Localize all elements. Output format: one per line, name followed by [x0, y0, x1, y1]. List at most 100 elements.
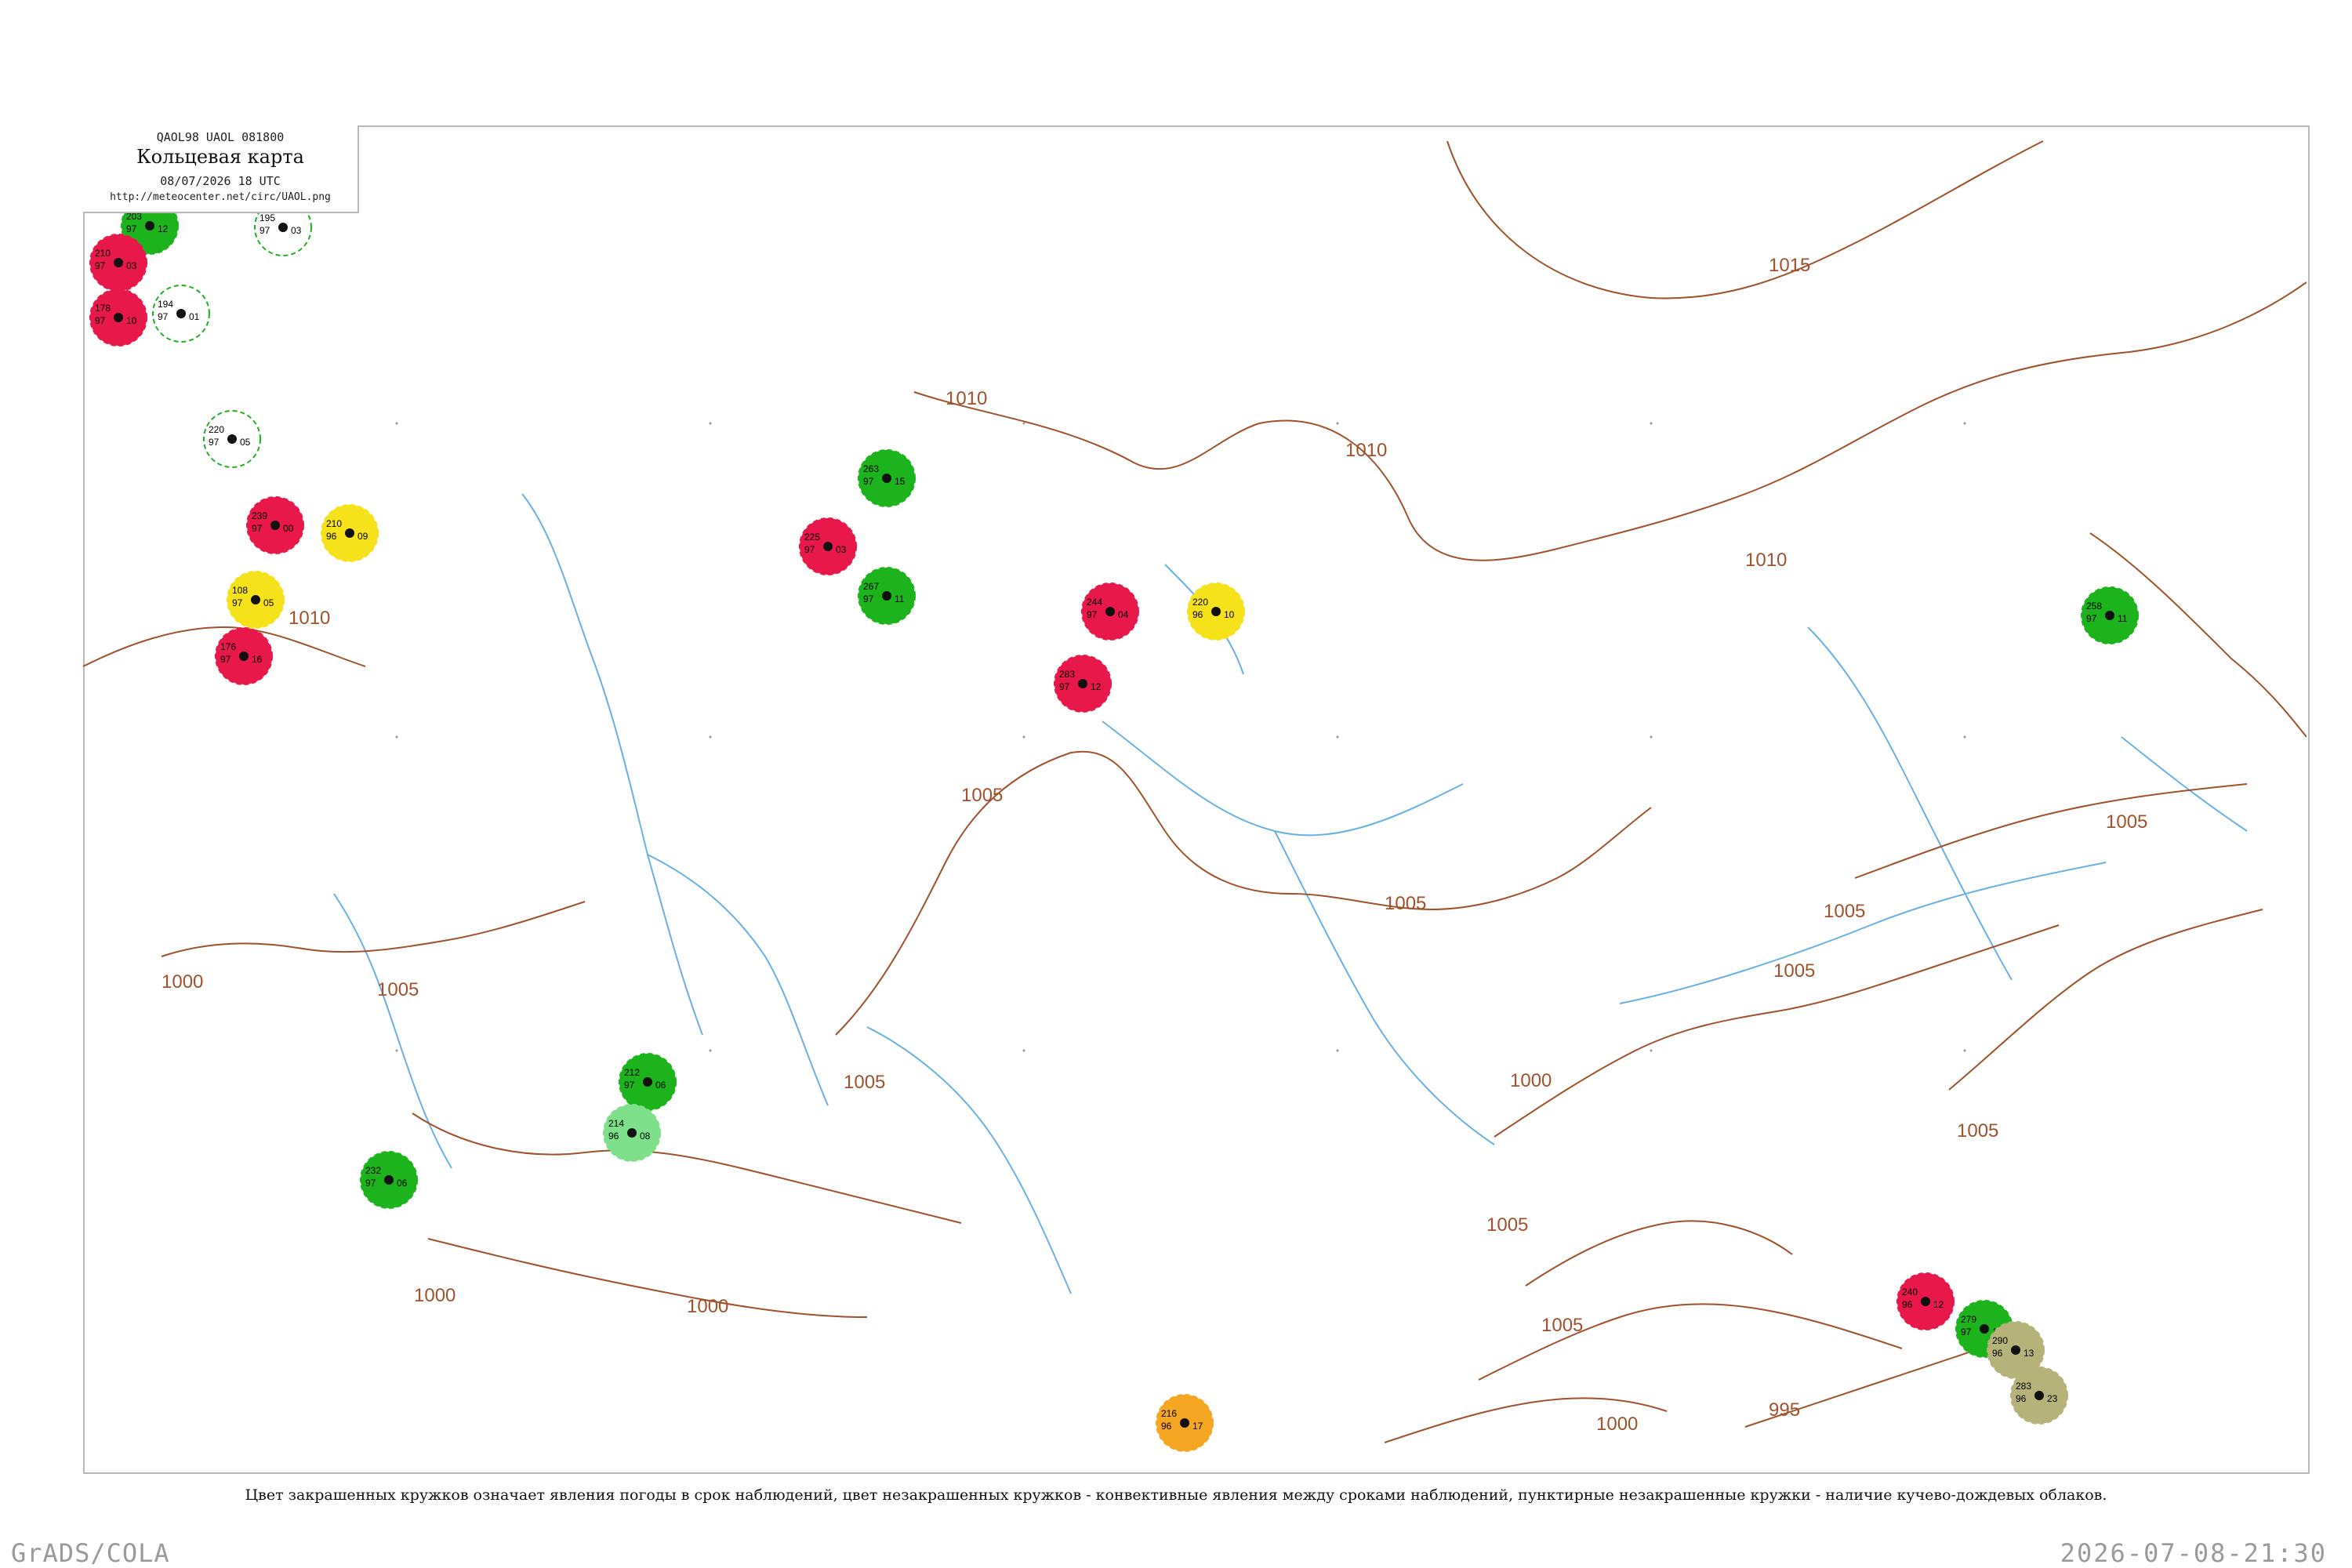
map-title-box: QAOL98 UAOL 081800 Кольцевая карта 08/07…: [83, 125, 359, 213]
station-dot: [2105, 611, 2114, 620]
station-pressure: 244: [1087, 597, 1102, 608]
station-marker[interactable]: 17897 10: [89, 289, 147, 347]
isobar-label: 995: [1769, 1399, 1800, 1421]
station-dot: [2034, 1391, 2044, 1400]
station-marker[interactable]: 21097 03: [89, 234, 147, 292]
station-value: 08: [640, 1131, 651, 1142]
station-pressure: 212: [624, 1067, 640, 1078]
station-dot: [2011, 1345, 2020, 1355]
station-marker[interactable]: 10897 05: [227, 571, 285, 629]
station-marker[interactable]: 176 97 16: [215, 627, 273, 685]
station-marker[interactable]: 290 96 13: [1987, 1321, 2045, 1379]
isobar-label: 1005: [961, 785, 1003, 806]
isobar-label: 1005: [1957, 1120, 1998, 1142]
station-marker[interactable]: 214 96 08: [603, 1104, 661, 1162]
isobar-label: 1000: [1510, 1070, 1552, 1091]
station-pressure: 267: [863, 581, 879, 592]
station-pressure: 210: [326, 518, 342, 529]
station-marker[interactable]: 26797 11: [858, 567, 916, 625]
station-value: 12: [1933, 1299, 1944, 1310]
station-pressure: 220: [1192, 597, 1208, 608]
station-pressure: 210: [95, 248, 111, 259]
station-dot: [384, 1175, 394, 1185]
station-marker[interactable]: 263 97 15: [858, 449, 916, 507]
isobar-label: 1005: [1824, 901, 1865, 922]
station-temp: 97: [232, 597, 243, 608]
river: [866, 1026, 1072, 1294]
station-marker[interactable]: 216 96 17: [1156, 1394, 1214, 1452]
station-value: 03: [291, 225, 302, 236]
station-marker[interactable]: 22096 10: [1187, 583, 1245, 641]
station-marker[interactable]: 232 97 06: [360, 1151, 418, 1209]
legend-caption: Цвет закрашенных кружков означает явлени…: [245, 1486, 2107, 1504]
station-pressure: 279: [1961, 1314, 1976, 1325]
station-value: 17: [1192, 1421, 1203, 1432]
station-marker[interactable]: 212 97 06: [619, 1053, 677, 1111]
station-dot: [1921, 1297, 1930, 1306]
map-source-url[interactable]: http://meteocenter.net/circ/UAOL.png: [83, 191, 358, 203]
station-value: 13: [2024, 1348, 2034, 1359]
station-marker[interactable]: 19497 01: [152, 285, 210, 343]
station-dot: [627, 1128, 637, 1138]
river: [1274, 830, 1495, 1145]
graticule-dot: [1650, 1049, 1653, 1052]
station-marker[interactable]: 24497 04: [1081, 583, 1139, 641]
station-pressure: 258: [2086, 601, 2102, 612]
station-marker[interactable]: 22597 03: [799, 517, 857, 575]
river: [521, 493, 703, 1036]
station-temp: 97: [252, 523, 263, 534]
station-pressure: 108: [232, 585, 248, 596]
isobar-label: 1005: [377, 979, 419, 1000]
footer-grads-label: GrADS/COLA: [11, 1538, 170, 1568]
station-pressure: 220: [209, 424, 224, 435]
station-dot: [278, 223, 288, 232]
graticule-dot: [1963, 1049, 1966, 1052]
station-dot: [345, 528, 354, 538]
station-pressure: 283: [1059, 669, 1075, 680]
isobar-label: 1005: [2106, 811, 2147, 833]
isobar-label: 1010: [289, 608, 330, 629]
station-dot: [239, 652, 249, 661]
graticule-dot: [1963, 735, 1966, 739]
graticule-dot: [1650, 735, 1653, 739]
station-value: 09: [358, 531, 368, 542]
station-pressure: 232: [365, 1165, 381, 1176]
station-temp: 97: [2086, 613, 2097, 624]
station-marker[interactable]: 239 97 00: [246, 496, 304, 554]
isobar-labels: 1015 1010 1010 1010 1010 1005 1005 1005 …: [162, 255, 2147, 1435]
isobar-label: 1000: [687, 1296, 728, 1317]
river: [1807, 626, 2013, 981]
station-temp: 97: [95, 260, 106, 271]
isobar-label: 1015: [1769, 255, 1810, 276]
station-value: 06: [655, 1080, 666, 1091]
station-marker[interactable]: 25897 11: [2081, 586, 2139, 644]
footer-timestamp: 2026-07-08-21:30: [2060, 1538, 2327, 1568]
station-value: 01: [189, 311, 200, 322]
river: [647, 854, 829, 1106]
synoptic-map[interactable]: 1015 1010 1010 1010 1010 1005 1005 1005 …: [83, 125, 2307, 1471]
station-temp: 96: [1161, 1421, 1172, 1432]
graticule-dot: [1022, 422, 1025, 425]
station-temp: 97: [863, 476, 874, 487]
graticule-dot: [1336, 1049, 1339, 1052]
station-temp: 97: [158, 311, 169, 322]
station-dot: [1980, 1324, 1989, 1334]
graticule-dot: [1022, 1049, 1025, 1052]
station-pressure: 216: [1161, 1408, 1177, 1419]
station-dot: [114, 313, 123, 322]
station-temp: 97: [1961, 1327, 1972, 1338]
station-marker[interactable]: 28397 12: [1054, 655, 1112, 713]
station-pressure: 214: [608, 1118, 624, 1129]
graticule-dot: [1963, 422, 1966, 425]
station-value: 11: [895, 593, 905, 604]
station-marker[interactable]: 220 97 05: [203, 410, 261, 468]
station-temp: 97: [624, 1080, 635, 1091]
station-dot: [1105, 607, 1115, 616]
graticule-dot: [395, 422, 398, 425]
graticule: [395, 422, 1966, 1052]
station-marker[interactable]: 210 96 09: [321, 504, 379, 562]
station-marker[interactable]: 24096 12: [1896, 1272, 1955, 1330]
isobar: [913, 281, 2307, 561]
station-dot: [1180, 1418, 1189, 1428]
station-value: 11: [2118, 613, 2128, 624]
